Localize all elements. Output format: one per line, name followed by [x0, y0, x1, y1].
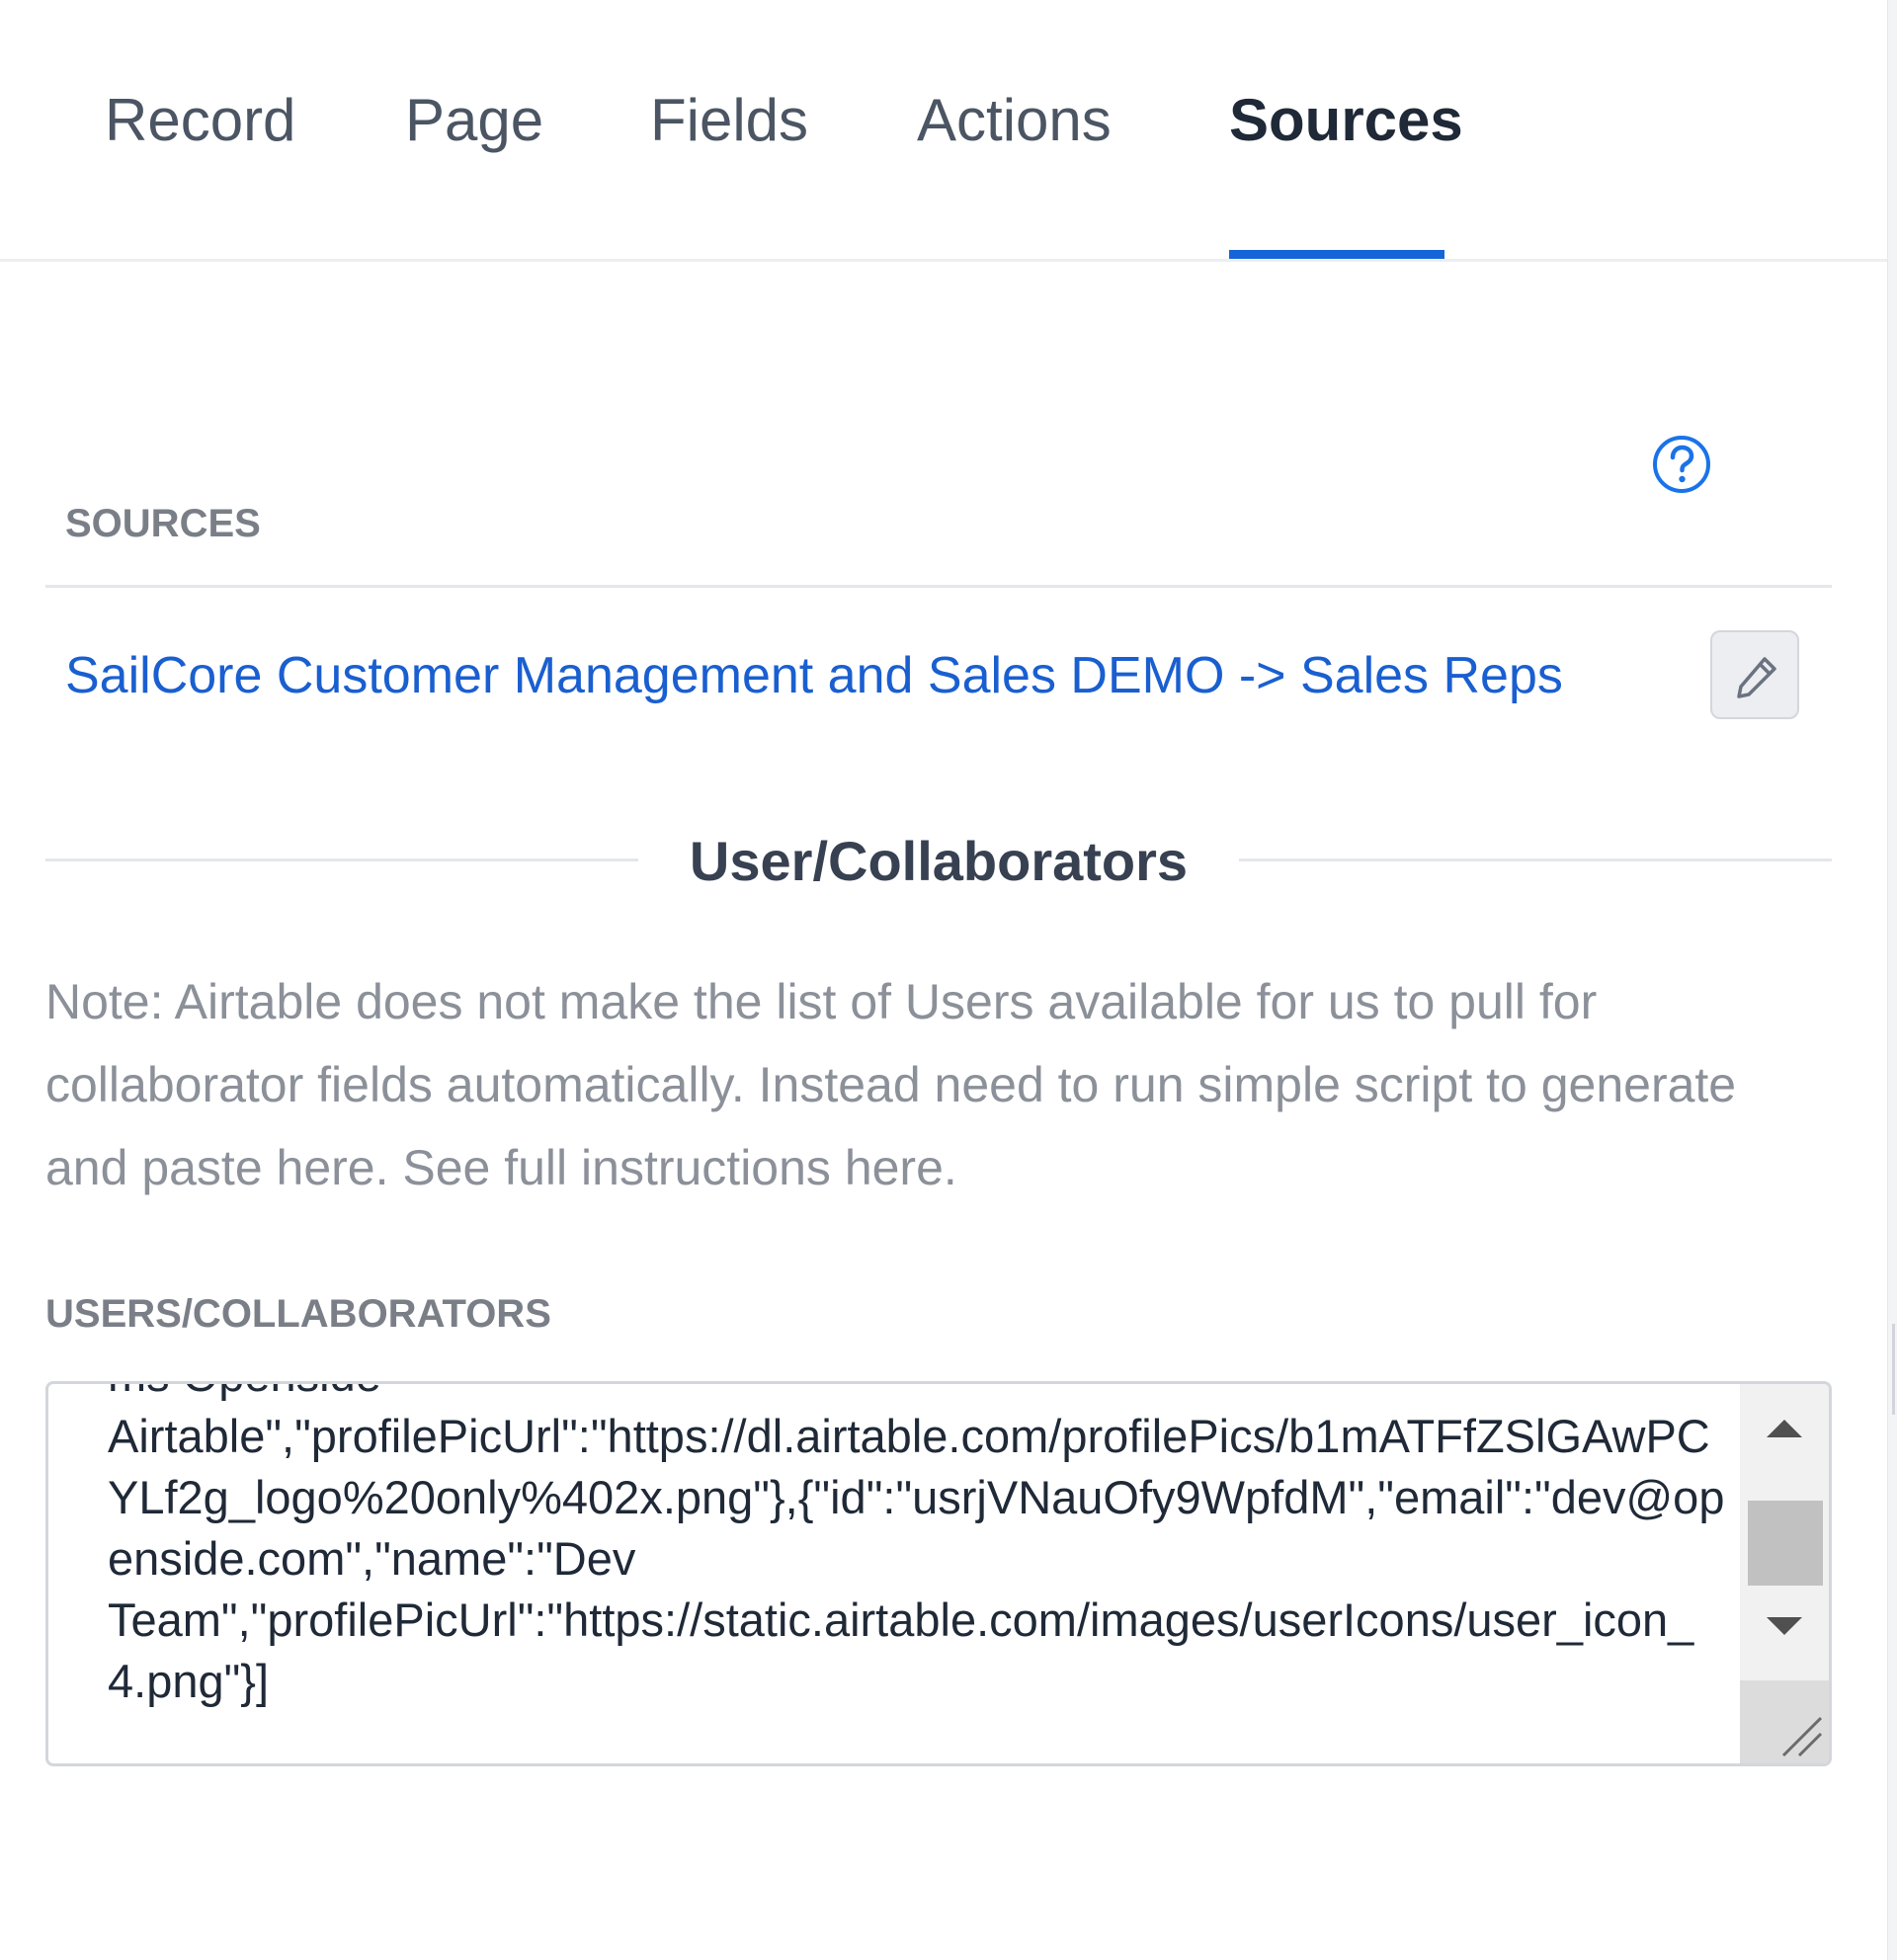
tab-page[interactable]: Page — [405, 81, 543, 259]
window-edge — [1887, 0, 1897, 1960]
tab-actions[interactable]: Actions — [917, 81, 1112, 259]
source-link[interactable]: SailCore Customer Management and Sales D… — [65, 646, 1563, 705]
divider — [45, 585, 1832, 588]
pencil-icon — [1737, 657, 1776, 698]
collaborators-heading-row: User/Collaborators — [45, 822, 1832, 901]
tab-bar: Record Page Fields Actions Sources — [0, 0, 1887, 262]
active-tab-indicator — [1229, 250, 1444, 259]
tab-sources[interactable]: Sources — [1229, 81, 1463, 259]
resize-handle-icon[interactable] — [1740, 1680, 1829, 1763]
scroll-thumb[interactable] — [1748, 1501, 1823, 1586]
scroll-up-arrow-icon[interactable] — [1740, 1394, 1829, 1463]
sources-panel: Record Page Fields Actions Sources SOURC… — [0, 0, 1887, 1960]
textarea-value[interactable]: ms Openside Airtable","profilePicUrl":"h… — [108, 1384, 1728, 1712]
users-collaborators-textarea[interactable]: ms Openside Airtable","profilePicUrl":"h… — [45, 1381, 1832, 1766]
collaborators-note: Note: Airtable does not make the list of… — [45, 974, 1737, 1195]
question-circle-icon[interactable] — [1652, 435, 1711, 494]
tab-sources-label: Sources — [1229, 87, 1463, 153]
collaborators-heading: User/Collaborators — [689, 830, 1189, 892]
divider — [1239, 858, 1832, 861]
tab-fields[interactable]: Fields — [650, 81, 808, 259]
scroll-down-arrow-icon[interactable] — [1740, 1592, 1829, 1661]
sources-section-label: SOURCES — [65, 502, 261, 545]
edge-mark — [1892, 1324, 1895, 1415]
tab-record[interactable]: Record — [105, 81, 295, 259]
users-collaborators-label: USERS/COLLABORATORS — [45, 1292, 551, 1336]
edit-source-button[interactable] — [1710, 630, 1799, 719]
